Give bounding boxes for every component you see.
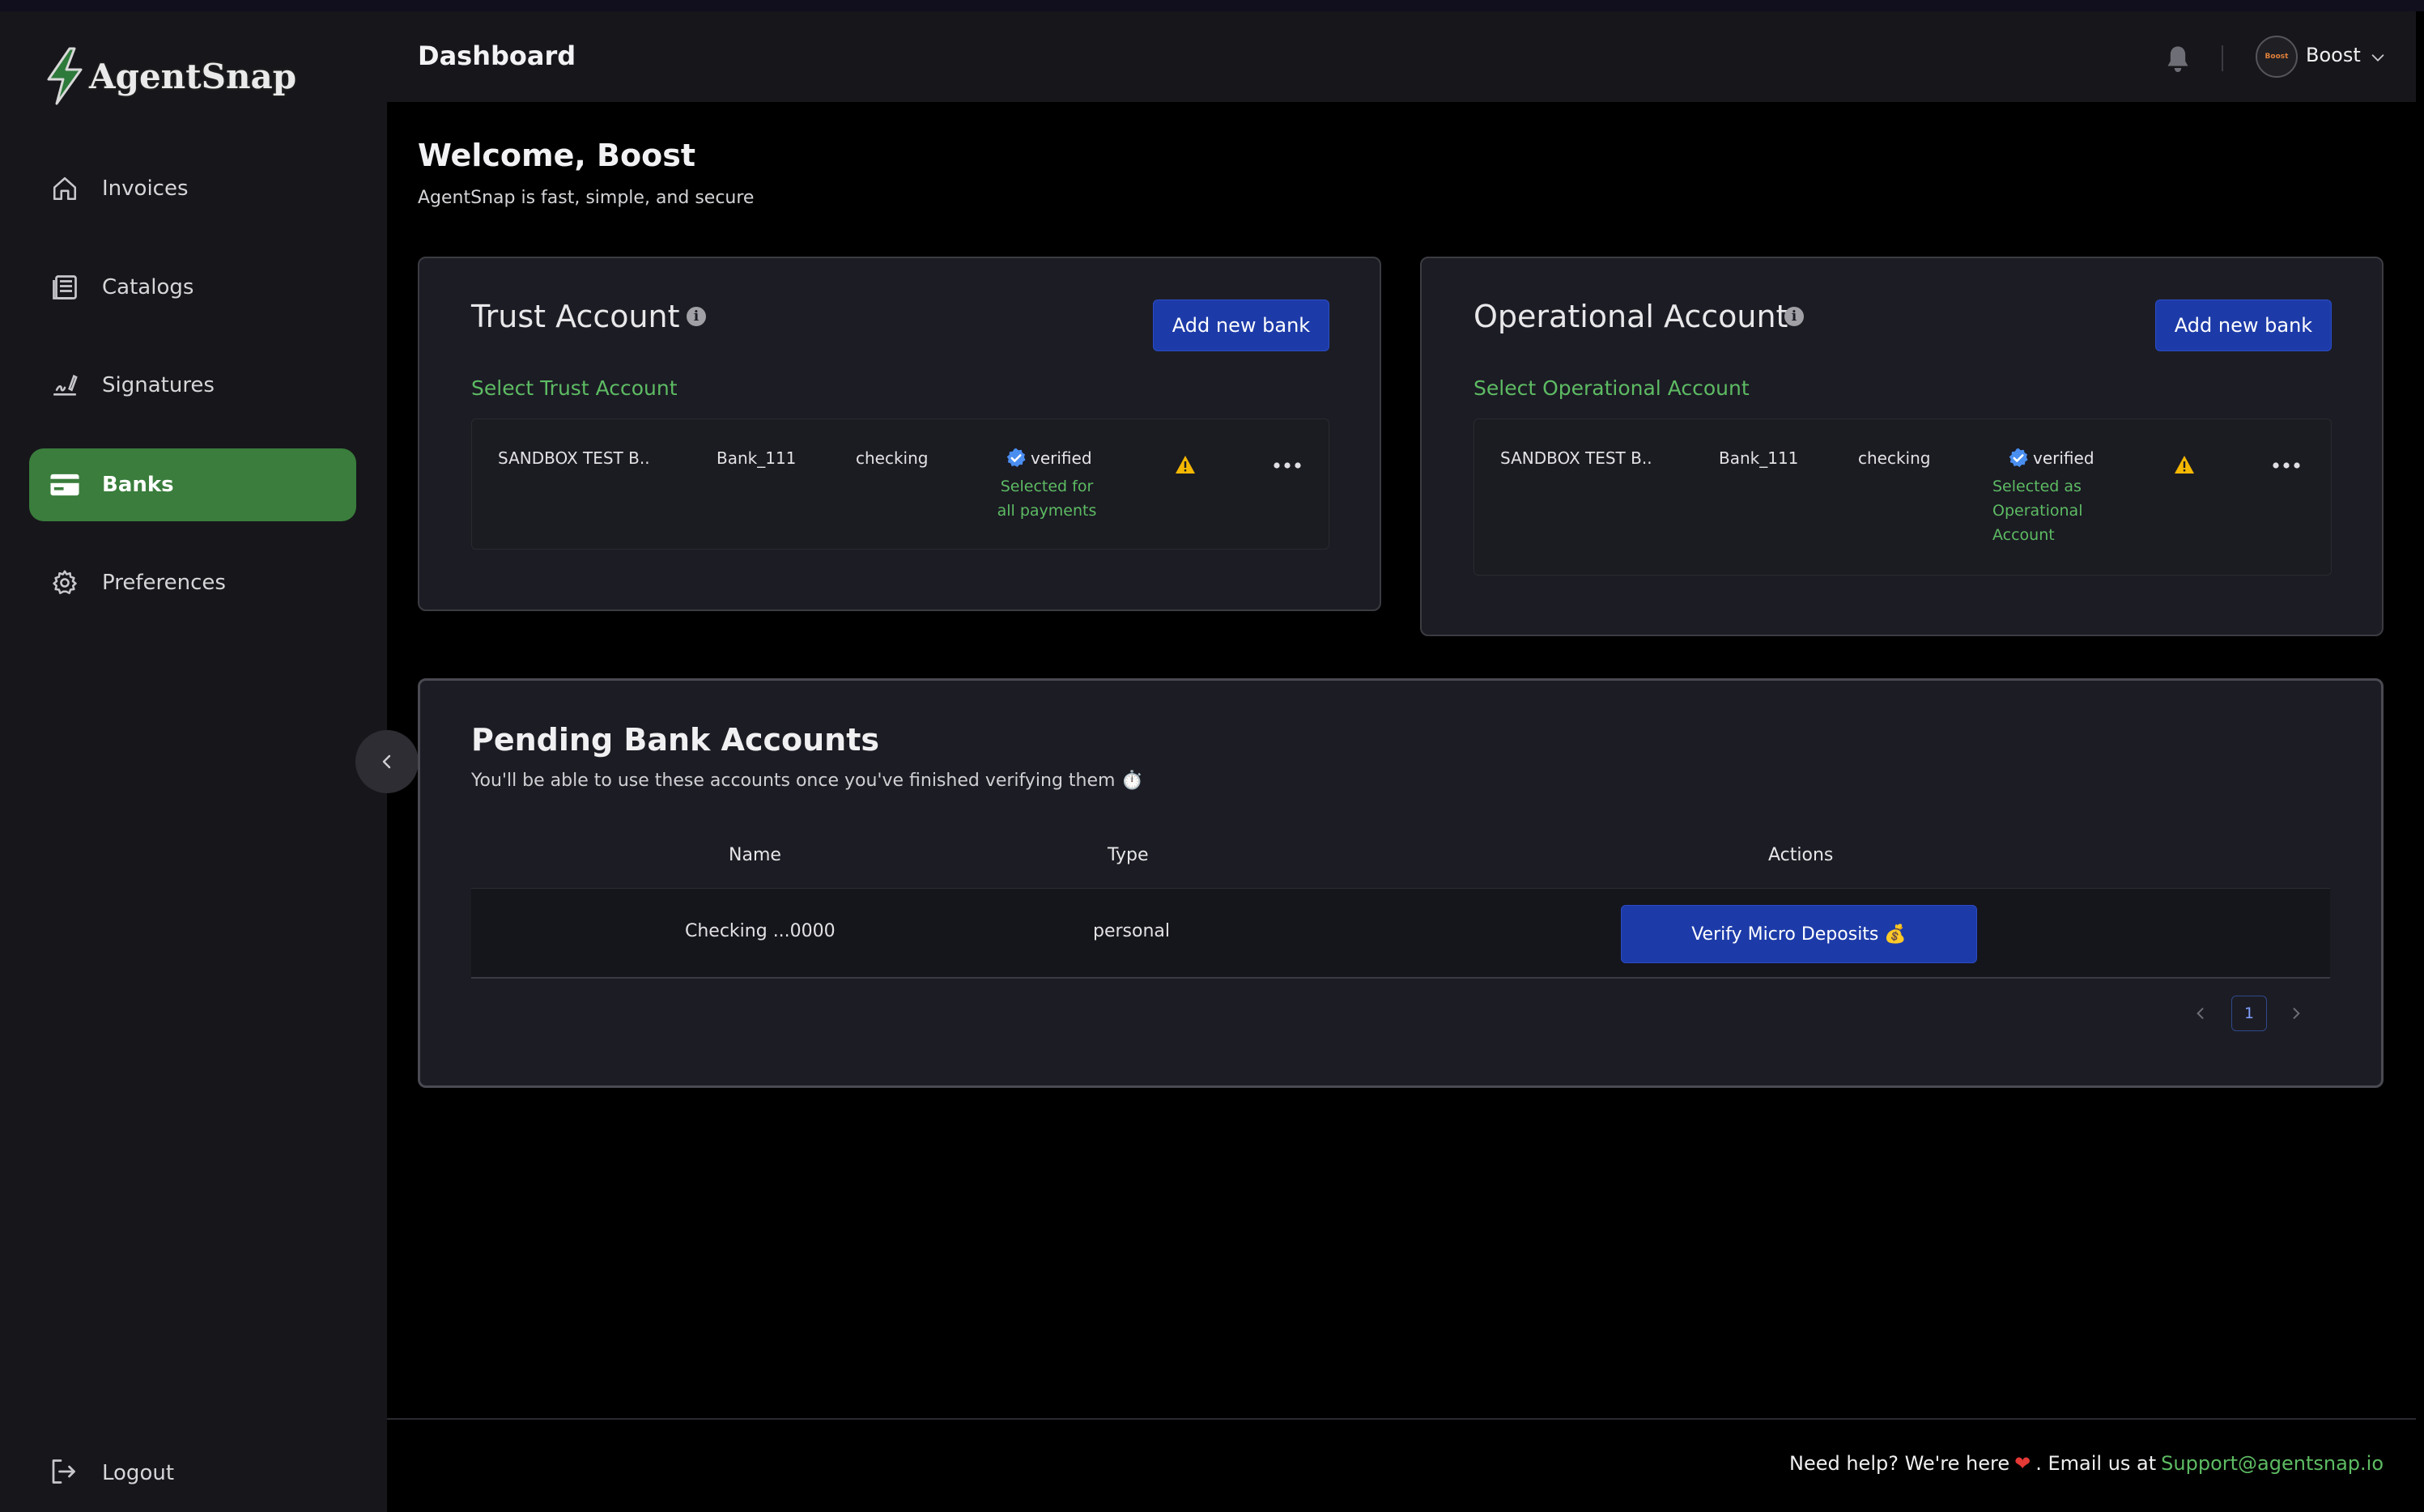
selection-note-line: Operational [1992,502,2083,520]
user-name[interactable]: Boost [2306,44,2361,66]
column-header-name: Name [729,845,781,865]
notification-bell-icon[interactable] [2162,44,2194,76]
trust-account-card: Trust Account i Add new bank Select Trus… [418,257,1381,611]
selection-note: Selected for all payments [982,474,1112,523]
info-icon[interactable]: i [1784,307,1804,326]
bank-name: SANDBOX TEST B.. [1500,448,1652,468]
footer-divider [387,1418,2416,1420]
selection-note-line: all payments [997,502,1097,520]
logout-icon [49,1457,81,1489]
chevron-left-icon [382,754,391,769]
operational-bank-row[interactable]: SANDBOX TEST B.. Bank_111 checking verif… [1474,418,2332,575]
verified-text: verified [1031,448,1092,468]
page-title: Dashboard [418,40,576,71]
collapse-sidebar-button[interactable] [355,730,419,793]
top-header: Dashboard Boost Boost [387,11,2416,102]
sidebar-item-preferences[interactable]: Preferences [29,546,356,619]
welcome-title: Welcome, Boost [418,138,695,173]
selection-note: Selected as Operational Account [1992,474,2098,547]
trust-bank-row[interactable]: SANDBOX TEST B.. Bank_111 checking verif… [471,418,1329,550]
sidebar-item-label: Banks [102,473,174,497]
pending-title: Pending Bank Accounts [471,722,880,758]
select-trust-account-label: Select Trust Account [471,376,678,400]
pending-account-type: personal [1093,921,1171,941]
pagination-next-icon[interactable] [2288,1005,2304,1021]
sidebar-item-label: Catalogs [102,275,194,299]
warning-icon[interactable] [2174,455,2195,474]
signature-icon [49,369,81,401]
sidebar-item-catalogs[interactable]: Catalogs [29,251,356,324]
support-email-link[interactable]: Support@agentsnap.io [2161,1452,2384,1475]
selection-note-line: Account [1992,526,2055,544]
pending-subtitle: You'll be able to use these accounts onc… [471,771,1143,791]
avatar[interactable]: Boost [2256,36,2298,78]
home-icon [49,172,81,205]
verified-badge: verified [2007,447,2094,469]
logout-label: Logout [102,1461,175,1485]
bank-nickname: Bank_111 [1719,448,1799,468]
table-row: Checking ...0000 personal Verify Micro D… [471,888,2330,979]
operational-add-bank-button[interactable]: Add new bank [2155,299,2332,351]
sidebar-item-label: Invoices [102,176,189,201]
gear-icon [49,567,81,599]
trust-account-title: Trust Account [471,299,680,334]
logout-button[interactable]: Logout [49,1457,174,1489]
pagination-prev-icon[interactable] [2192,1005,2209,1021]
warning-icon[interactable] [1175,455,1196,474]
footer-help: Need help? We're here ❤ . Email us at Su… [1789,1452,2384,1475]
info-icon[interactable]: i [687,307,706,326]
bank-type: checking [856,448,929,468]
verify-micro-deposits-button[interactable]: Verify Micro Deposits 💰 [1621,905,1977,963]
catalog-icon [49,271,81,304]
footer-email-prefix: . Email us at [2035,1452,2157,1475]
sidebar-item-banks[interactable]: Banks [29,448,356,521]
chevron-down-icon[interactable] [2369,49,2387,66]
heart-icon: ❤ [2014,1452,2031,1475]
bank-card-icon [49,469,81,501]
more-options-icon[interactable] [2273,461,2300,469]
sidebar-item-signatures[interactable]: Signatures [29,349,356,422]
avatar-text: Boost [2265,53,2289,61]
verified-check-icon [1006,448,1026,467]
bank-name: SANDBOX TEST B.. [498,448,650,468]
select-operational-account-label: Select Operational Account [1474,376,1750,400]
bolt-logo-icon [47,47,83,105]
top-accent-bar [0,0,2424,11]
verified-check-icon [2009,448,2028,467]
column-header-actions: Actions [1768,845,1834,865]
welcome-tagline: AgentSnap is fast, simple, and secure [418,188,755,208]
footer-help-text: Need help? We're here [1789,1452,2010,1475]
sidebar-item-invoices[interactable]: Invoices [29,152,356,225]
sidebar: AgentSnap Invoices Catalogs Signatures B… [0,11,387,1512]
verified-text: verified [2033,448,2094,468]
selection-note-line: Selected for [1000,478,1094,495]
sidebar-item-label: Signatures [102,373,215,397]
app-logo[interactable]: AgentSnap [42,44,296,108]
operational-account-title: Operational Account [1474,299,1788,334]
sidebar-item-label: Preferences [102,571,226,595]
more-options-icon[interactable] [1274,461,1301,469]
pagination-page-1[interactable]: 1 [2231,996,2267,1031]
selection-note-line: Selected as [1992,478,2082,495]
app-name: AgentSnap [89,56,297,96]
trust-add-bank-button[interactable]: Add new bank [1153,299,1329,351]
column-header-type: Type [1108,845,1149,865]
verified-badge: verified [1005,447,1092,469]
pending-account-name: Checking ...0000 [685,921,836,941]
header-divider [2222,45,2223,71]
operational-account-card: Operational Account i Add new bank Selec… [1420,257,2384,636]
bank-type: checking [1858,448,1931,468]
bank-nickname: Bank_111 [717,448,797,468]
